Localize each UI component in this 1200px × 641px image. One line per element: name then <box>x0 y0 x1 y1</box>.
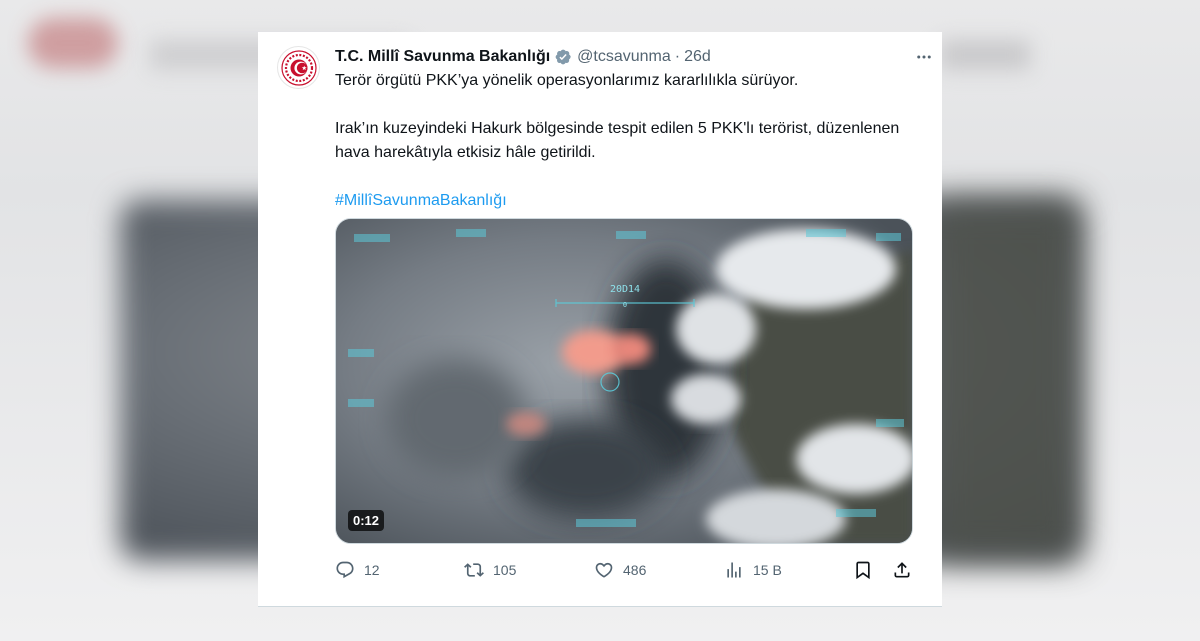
reply-button[interactable]: 12 <box>335 560 380 580</box>
like-count: 486 <box>623 562 647 578</box>
repost-count: 105 <box>493 562 517 578</box>
tweet-content: T.C. Millî Savunma Bakanlığı @tcsavunma … <box>335 46 931 213</box>
bookmark-button[interactable] <box>853 560 873 580</box>
hashtag-link[interactable]: #MillîSavunmaBakanlığı <box>335 192 507 209</box>
author-name[interactable]: T.C. Millî Savunma Bakanlığı <box>335 48 550 66</box>
timestamp[interactable]: 26d <box>684 48 711 66</box>
bookmark-icon <box>853 560 873 580</box>
more-dots-icon[interactable] <box>913 46 935 68</box>
views-button[interactable]: 15 B <box>724 560 782 580</box>
repost-icon <box>464 560 484 580</box>
repost-button[interactable]: 105 <box>464 560 516 580</box>
separator-dot: · <box>674 48 681 65</box>
tweet-paragraph: Irak’ın kuzeyindeki Hakurk bölgesinde te… <box>335 120 900 161</box>
background-blur <box>940 40 1030 70</box>
video-player[interactable]: 20D14 0 0:12 <box>335 218 913 544</box>
background-blur <box>930 200 1080 560</box>
tweet-paragraph: Terör örgütü PKK’ya yönelik operasyonlar… <box>335 72 799 89</box>
like-button[interactable]: 486 <box>594 560 646 580</box>
share-icon <box>892 560 912 580</box>
video-thumbnail: 20D14 0 <box>336 219 912 543</box>
background-blur <box>28 18 118 68</box>
video-duration: 0:12 <box>348 510 385 531</box>
tweet-text: Terör örgütü PKK’ya yönelik operasyonlar… <box>335 69 915 213</box>
author-handle[interactable]: @tcsavunma <box>577 48 671 66</box>
verified-badge-icon <box>554 48 572 66</box>
views-count: 15 B <box>753 562 782 578</box>
hud-label: 20D14 <box>610 284 640 295</box>
tweet-card[interactable]: T.C. Millî Savunma Bakanlığı @tcsavunma … <box>258 32 942 607</box>
reply-icon <box>335 560 355 580</box>
ministry-logo-icon <box>280 49 317 86</box>
heart-icon <box>594 560 614 580</box>
tweet-actions: 12 105 486 15 B <box>335 558 915 582</box>
avatar[interactable] <box>277 46 320 89</box>
views-chart-icon <box>724 560 744 580</box>
tweet-header: T.C. Millî Savunma Bakanlığı @tcsavunma … <box>335 46 931 68</box>
reply-count: 12 <box>364 562 380 578</box>
share-button[interactable] <box>892 560 912 580</box>
hud-sublabel: 0 <box>623 301 627 309</box>
